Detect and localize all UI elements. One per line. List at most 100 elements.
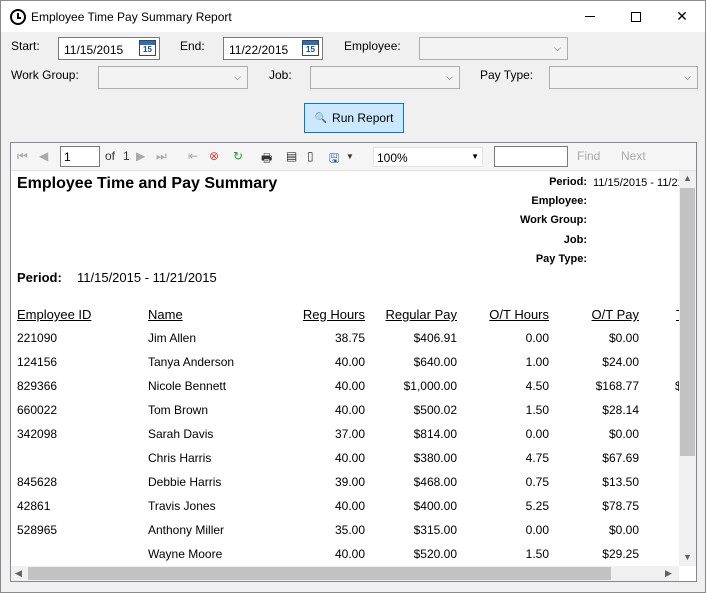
scroll-left-icon[interactable]: ◀ bbox=[15, 568, 22, 579]
cell-name: Travis Jones bbox=[148, 499, 216, 513]
cell-ot-pay: $24.00 bbox=[602, 355, 639, 369]
calendar-icon[interactable]: 15 bbox=[139, 40, 156, 56]
end-date-value: 11/22/2015 bbox=[229, 43, 289, 57]
param-job-label: Job: bbox=[563, 234, 587, 246]
work-group-dropdown[interactable]: ⌵ bbox=[98, 66, 248, 89]
cell-reg-hours: 40.00 bbox=[334, 547, 365, 561]
of-label: of bbox=[105, 149, 116, 163]
cell-ot-hours: 1.50 bbox=[525, 403, 549, 417]
employee-dropdown[interactable]: ⌵ bbox=[419, 37, 568, 60]
end-date-picker[interactable]: 11/22/2015 15 bbox=[223, 37, 323, 60]
zoom-value: 100% bbox=[377, 151, 408, 165]
next-page-icon[interactable]: ▶ bbox=[136, 149, 145, 163]
cell-regular-pay: $380.00 bbox=[413, 451, 457, 465]
cell-name: Anthony Miller bbox=[148, 523, 225, 537]
end-label: End: bbox=[180, 39, 205, 53]
back-icon[interactable]: ⇤ bbox=[188, 149, 198, 163]
cell-employee-id: 124156 bbox=[17, 355, 58, 369]
chevron-down-icon: ⌵ bbox=[446, 72, 453, 82]
cell-ot-pay: $0.00 bbox=[608, 427, 639, 441]
column-header-employee-id[interactable]: Employee ID bbox=[17, 307, 91, 322]
param-pay-type-label: Pay Type: bbox=[535, 253, 587, 265]
window-title: Employee Time Pay Summary Report bbox=[31, 10, 232, 24]
cell-ot-hours: 0.00 bbox=[525, 331, 549, 345]
total-pages: 1 bbox=[123, 149, 130, 163]
param-period-value: 11/15/2015 - 11/21/ bbox=[593, 177, 679, 189]
scroll-down-icon[interactable]: ▼ bbox=[683, 552, 692, 562]
scroll-right-icon[interactable]: ▶ bbox=[665, 568, 672, 579]
print-layout-icon[interactable]: ▤ bbox=[286, 149, 297, 163]
cell-ot-hours: 0.00 bbox=[525, 427, 549, 441]
print-icon[interactable]: 🖶 bbox=[261, 149, 272, 170]
next-button[interactable]: Next bbox=[621, 149, 646, 163]
export-chevron-icon[interactable]: ▼ bbox=[346, 152, 354, 161]
vertical-scroll-thumb[interactable] bbox=[680, 188, 695, 456]
maximize-button[interactable] bbox=[613, 1, 659, 32]
previous-page-icon[interactable]: ◀ bbox=[39, 149, 48, 163]
cell-ot-hours: 5.25 bbox=[525, 499, 549, 513]
report-viewer: ⏮ ◀ 1 of 1 ▶ ⏭ ⇤ ⊗ ↻ 🖶 ▤ ▯ 🖫 ▼ 100% ▼ Fi… bbox=[10, 142, 697, 582]
cell-ot-hours: 4.75 bbox=[525, 451, 549, 465]
stop-icon[interactable]: ⊗ bbox=[209, 149, 219, 163]
refresh-icon[interactable]: ↻ bbox=[233, 149, 243, 163]
column-header-ot-hours[interactable]: O/T Hours bbox=[467, 307, 549, 322]
cell-ot-hours: 4.50 bbox=[525, 379, 549, 393]
minimize-button[interactable] bbox=[567, 1, 613, 32]
cell-employee-id: 342098 bbox=[17, 427, 58, 441]
column-header-reg-hours[interactable]: Reg Hours bbox=[283, 307, 365, 322]
cell-regular-pay: $468.00 bbox=[413, 475, 457, 489]
start-date-value: 11/15/2015 bbox=[64, 43, 124, 57]
horizontal-scrollbar[interactable]: ◀ ▶ bbox=[11, 566, 679, 581]
page-setup-icon[interactable]: ▯ bbox=[307, 149, 314, 163]
close-button[interactable]: ✕ bbox=[659, 1, 705, 32]
cell-name: Sarah Davis bbox=[148, 427, 214, 441]
pay-type-dropdown[interactable]: ⌵ bbox=[549, 66, 698, 89]
cell-ot-pay: $0.00 bbox=[608, 331, 639, 345]
cell-employee-id: 829366 bbox=[17, 379, 58, 393]
title-bar: Employee Time Pay Summary Report ✕ bbox=[1, 1, 705, 32]
report-title: Employee Time and Pay Summary bbox=[17, 175, 278, 192]
chevron-down-icon: ⌵ bbox=[554, 43, 561, 53]
clock-icon bbox=[10, 9, 26, 25]
export-icon[interactable]: 🖫 bbox=[329, 149, 339, 170]
vertical-scrollbar[interactable]: ▲ ▼ bbox=[679, 171, 696, 566]
cell-name: Nicole Bennett bbox=[148, 379, 227, 393]
cell-ot-pay: $78.75 bbox=[602, 499, 639, 513]
zoom-dropdown[interactable]: 100% ▼ bbox=[373, 147, 483, 167]
scroll-up-icon[interactable]: ▲ bbox=[683, 173, 692, 183]
horizontal-scroll-thumb[interactable] bbox=[28, 567, 611, 580]
job-dropdown[interactable]: ⌵ bbox=[310, 66, 460, 89]
cell-ot-hours: 0.00 bbox=[525, 523, 549, 537]
cell-name: Tom Brown bbox=[148, 403, 209, 417]
cell-reg-hours: 38.75 bbox=[334, 331, 365, 345]
cell-ot-pay: $168.77 bbox=[595, 379, 639, 393]
cell-employee-id: 528965 bbox=[17, 523, 58, 537]
job-label: Job: bbox=[269, 68, 292, 82]
cell-reg-hours: 35.00 bbox=[334, 523, 365, 537]
cell-regular-pay: $640.00 bbox=[413, 355, 457, 369]
cell-regular-pay: $500.02 bbox=[413, 403, 457, 417]
maximize-icon bbox=[631, 11, 641, 22]
page-number-input[interactable]: 1 bbox=[60, 146, 100, 167]
run-report-button[interactable]: 🔍 Run Report bbox=[304, 103, 404, 133]
chevron-down-icon: ⌵ bbox=[684, 72, 691, 82]
start-date-picker[interactable]: 11/15/2015 15 bbox=[58, 37, 160, 60]
cell-reg-hours: 40.00 bbox=[334, 403, 365, 417]
last-page-icon[interactable]: ⏭ bbox=[156, 149, 167, 164]
cell-reg-hours: 40.00 bbox=[334, 379, 365, 393]
app-window: Employee Time Pay Summary Report ✕ Start… bbox=[0, 0, 706, 593]
pay-type-label: Pay Type: bbox=[480, 68, 534, 82]
cell-ot-pay: $28.14 bbox=[602, 403, 639, 417]
minimize-icon bbox=[585, 16, 595, 17]
find-button[interactable]: Find bbox=[577, 149, 600, 163]
first-page-icon[interactable]: ⏮ bbox=[17, 149, 28, 164]
report-toolbar: ⏮ ◀ 1 of 1 ▶ ⏭ ⇤ ⊗ ↻ 🖶 ▤ ▯ 🖫 ▼ 100% ▼ Fi… bbox=[11, 143, 696, 171]
close-icon: ✕ bbox=[676, 8, 688, 24]
column-header-ot-pay[interactable]: O/T Pay bbox=[559, 307, 639, 322]
start-label: Start: bbox=[11, 39, 40, 53]
cell-ot-hours: 0.75 bbox=[525, 475, 549, 489]
column-header-regular-pay[interactable]: Regular Pay bbox=[361, 307, 457, 322]
find-input[interactable] bbox=[494, 146, 568, 167]
column-header-name[interactable]: Name bbox=[148, 307, 183, 322]
calendar-icon[interactable]: 15 bbox=[302, 40, 319, 56]
